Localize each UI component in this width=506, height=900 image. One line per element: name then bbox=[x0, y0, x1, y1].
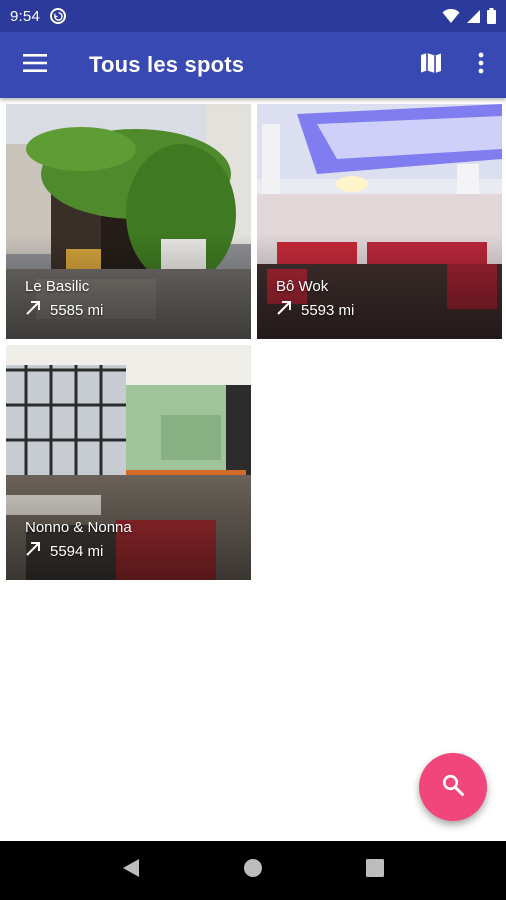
map-button[interactable] bbox=[406, 32, 456, 98]
status-icons bbox=[442, 8, 496, 24]
home-icon bbox=[243, 858, 263, 883]
spot-name: Nonno & Nonna bbox=[25, 519, 132, 536]
system-nav-bar bbox=[0, 841, 506, 900]
spot-distance-value: 5594 mi bbox=[50, 542, 104, 560]
nav-recents-button[interactable] bbox=[355, 851, 395, 891]
page-title: Tous les spots bbox=[89, 52, 245, 77]
search-fab[interactable] bbox=[419, 753, 487, 821]
spot-card-le-basilic[interactable]: Le Basilic 5585 mi bbox=[6, 104, 251, 339]
status-bar: 9:54 bbox=[0, 0, 506, 32]
search-icon bbox=[442, 774, 464, 801]
spot-distance: 5585 mi bbox=[25, 300, 103, 320]
nav-back-button[interactable] bbox=[111, 851, 151, 891]
more-vert-icon bbox=[478, 52, 484, 79]
spot-name: Bô Wok bbox=[276, 278, 329, 295]
app-bar-actions bbox=[406, 32, 506, 98]
hamburger-menu-icon bbox=[23, 53, 47, 77]
spot-card-nonno-nonna[interactable]: Nonno & Nonna 5594 mi bbox=[6, 345, 251, 580]
arrow-up-right-icon bbox=[25, 300, 41, 320]
menu-button[interactable] bbox=[0, 32, 70, 98]
spot-distance: 5593 mi bbox=[276, 300, 354, 320]
spot-distance-value: 5593 mi bbox=[301, 301, 355, 319]
spot-distance: 5594 mi bbox=[25, 541, 103, 561]
nav-home-button[interactable] bbox=[233, 851, 273, 891]
arrow-up-right-icon bbox=[276, 300, 292, 320]
spot-card-bo-wok[interactable]: Bô Wok 5593 mi bbox=[257, 104, 502, 339]
spot-distance-value: 5585 mi bbox=[50, 301, 104, 319]
spot-name: Le Basilic bbox=[25, 278, 90, 295]
more-options-button[interactable] bbox=[456, 32, 506, 98]
cellular-signal-icon bbox=[466, 9, 481, 24]
sync-circle-icon bbox=[50, 8, 66, 24]
recents-icon bbox=[366, 859, 384, 882]
screen: 9:54 Tous les spots Le Basilic 5585 mi B… bbox=[0, 0, 506, 900]
map-icon bbox=[420, 52, 442, 79]
wifi-icon bbox=[442, 8, 460, 24]
battery-icon bbox=[487, 8, 496, 24]
app-bar: Tous les spots bbox=[0, 32, 506, 98]
arrow-up-right-icon bbox=[25, 541, 41, 561]
status-time: 9:54 bbox=[10, 7, 40, 25]
back-icon bbox=[122, 858, 140, 883]
